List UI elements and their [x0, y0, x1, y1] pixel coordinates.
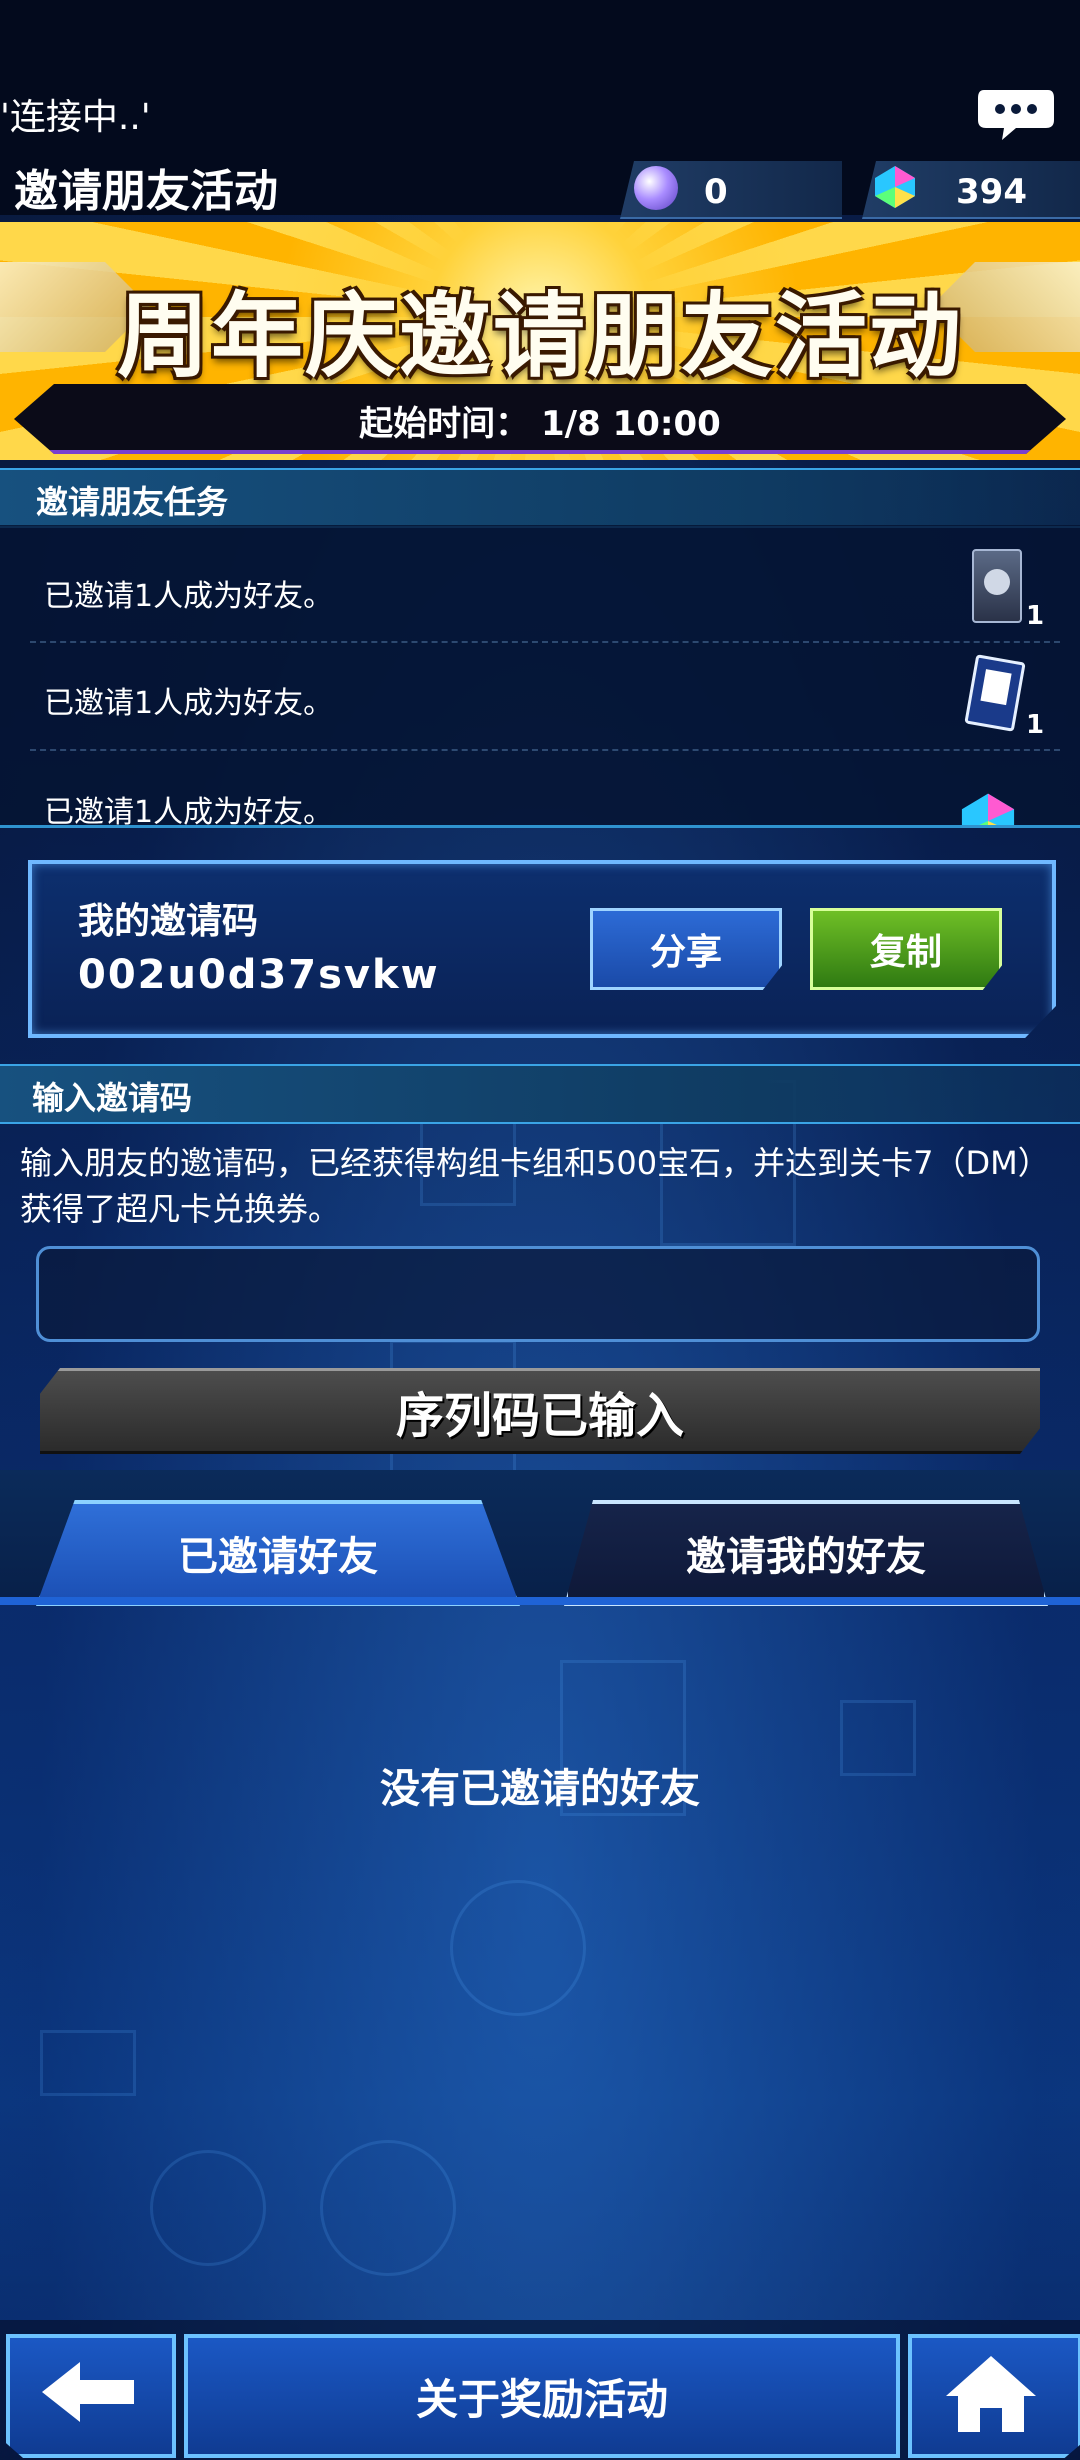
my-invite-code-value: 002u0d37svkw — [78, 952, 440, 998]
page-title: 邀请朋友活动 — [14, 166, 278, 217]
tab-invited-me[interactable]: 邀请我的好友 — [564, 1500, 1048, 1606]
my-invite-code-label: 我的邀请码 — [78, 901, 259, 942]
gem-icon — [958, 791, 1018, 825]
back-button[interactable] — [6, 2334, 176, 2458]
mission-text: 已邀请1人成为好友。 — [44, 795, 334, 828]
mission-text: 已邀请1人成为好友。 — [44, 579, 334, 614]
chat-icon[interactable] — [976, 86, 1056, 142]
connection-status: '连接中..' — [0, 97, 151, 138]
card-ticket-icon — [964, 654, 1026, 732]
input-code-header-label: 输入邀请码 — [32, 1079, 193, 1117]
start-time: 起始时间： 1/8 10:00 — [359, 404, 721, 444]
reward-qty: 1 — [1026, 710, 1045, 740]
arrow-left-icon — [42, 2362, 134, 2422]
gem-count: 394 — [956, 172, 1027, 212]
mission-text: 已邀请1人成为好友。 — [44, 686, 334, 721]
list-item: 已邀请1人成为好友。 100 — [0, 739, 1080, 828]
mission-list[interactable]: 已邀请1人成为好友。 1 已邀请1人成为好友。 1 已邀请1人成为好友。 100 — [0, 525, 1080, 828]
list-item: 已邀请1人成为好友。 1 — [0, 632, 1080, 740]
banner-title: 周年庆邀请朋友活动 — [116, 283, 963, 390]
gem-icon — [872, 164, 918, 210]
home-icon — [946, 2356, 1036, 2432]
tab-invited-friends[interactable]: 已邀请好友 — [36, 1500, 520, 1606]
about-reward-event-button[interactable]: 关于奖励活动 — [184, 2334, 900, 2458]
list-item: 已邀请1人成为好友。 1 — [0, 525, 1080, 632]
reward-qty: 1 — [1026, 601, 1045, 631]
card-pack-icon — [972, 549, 1022, 623]
copy-button[interactable]: 复制 — [810, 908, 1002, 990]
invite-code-input[interactable] — [36, 1246, 1040, 1342]
missions-header-label: 邀请朋友任务 — [36, 483, 229, 521]
home-button[interactable] — [908, 2334, 1080, 2458]
orb-icon — [634, 166, 678, 210]
decor-circle — [450, 1880, 586, 2016]
input-code-description: 输入朋友的邀请码，已经获得构组卡组和500宝石，并达到关卡7（DM）获得了超凡卡… — [20, 1144, 1050, 1228]
decor-circle — [150, 2150, 266, 2266]
submit-code-button[interactable]: 序列码已输入 — [40, 1368, 1040, 1454]
decor-circle — [320, 2140, 456, 2276]
share-button[interactable]: 分享 — [590, 908, 782, 990]
empty-state-text: 没有已邀请的好友 — [380, 1766, 700, 1812]
orb-count: 0 — [704, 172, 728, 212]
decor-square — [40, 2030, 136, 2096]
tab-underline — [0, 1597, 1080, 1605]
